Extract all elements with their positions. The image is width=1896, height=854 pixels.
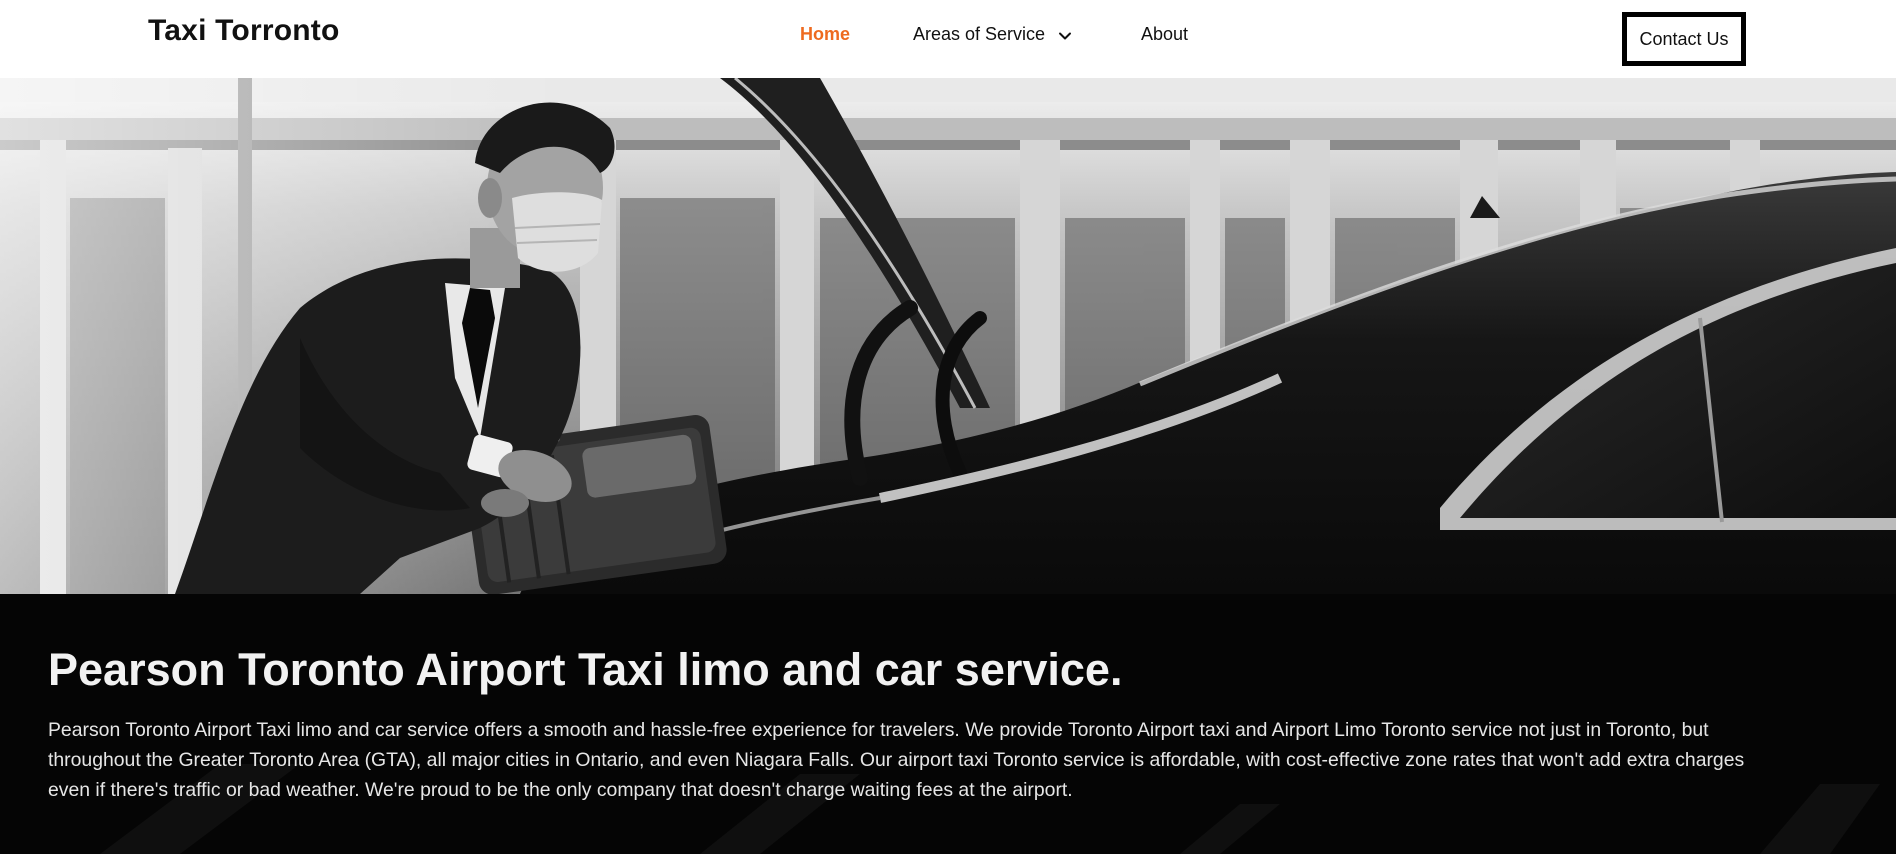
intro-section: Pearson Toronto Airport Taxi limo and ca… (0, 594, 1896, 854)
hero-image (0, 78, 1896, 594)
nav-home-link[interactable]: Home (800, 22, 850, 46)
nav-areas-label: Areas of Service (913, 24, 1046, 44)
hero-photo (0, 78, 1896, 594)
nav-areas-of-service[interactable]: Areas of Service (913, 22, 1073, 46)
page-heading: Pearson Toronto Airport Taxi limo and ca… (48, 644, 1123, 695)
contact-us-button[interactable]: Contact Us (1622, 12, 1746, 66)
site-logo[interactable]: Taxi Torronto (148, 14, 339, 48)
intro-paragraph: Pearson Toronto Airport Taxi limo and ca… (48, 719, 1745, 801)
site-header: Taxi Torronto Home Areas of Service Abou… (0, 0, 1896, 78)
chevron-down-icon[interactable] (1057, 26, 1073, 42)
nav-about-link[interactable]: About (1141, 22, 1188, 46)
